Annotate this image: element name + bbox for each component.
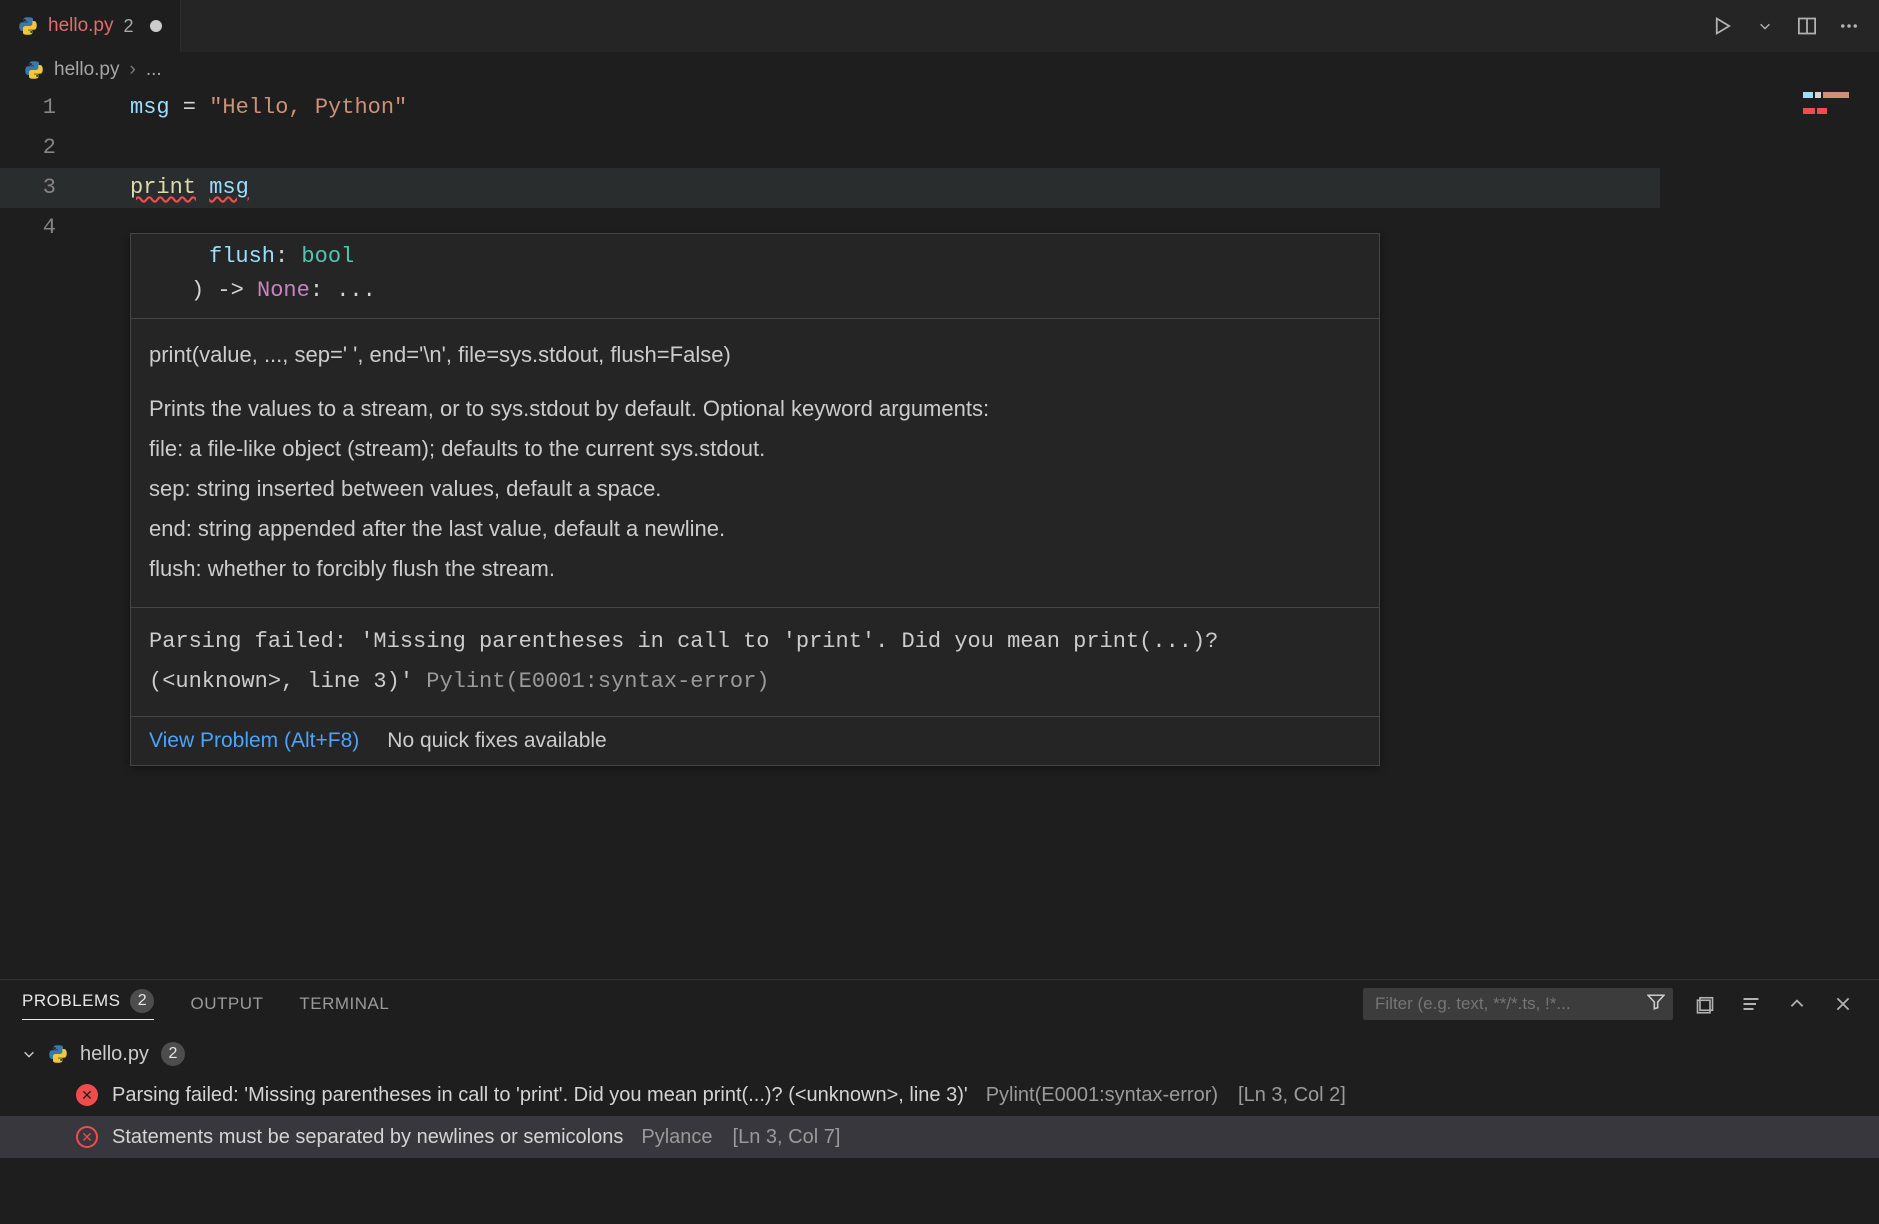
code-line[interactable]: print msg bbox=[130, 168, 1839, 208]
tab-problems[interactable]: PROBLEMS 2 bbox=[22, 989, 154, 1020]
tab-problem-count: 2 bbox=[124, 16, 134, 37]
breadcrumb-filename: hello.py bbox=[54, 59, 120, 81]
run-dropdown-button[interactable] bbox=[1751, 12, 1779, 40]
problem-message: Parsing failed: 'Missing parentheses in … bbox=[112, 1084, 968, 1107]
tab-terminal[interactable]: TERMINAL bbox=[299, 994, 389, 1014]
more-actions-button[interactable] bbox=[1835, 12, 1863, 40]
code-line[interactable] bbox=[130, 128, 1839, 168]
problems-file-row[interactable]: hello.py 2 bbox=[22, 1034, 1865, 1074]
error-icon: ✕ bbox=[76, 1126, 98, 1148]
bottom-panel: PROBLEMS 2 OUTPUT TERMINAL hello.py 2 ✕ … bbox=[0, 979, 1879, 1224]
view-problem-link[interactable]: View Problem (Alt+F8) bbox=[149, 729, 359, 753]
problems-count-badge: 2 bbox=[130, 989, 154, 1013]
hover-footer: View Problem (Alt+F8) No quick fixes ava… bbox=[131, 716, 1379, 765]
editor-tabbar: hello.py 2 bbox=[0, 0, 1879, 52]
run-button[interactable] bbox=[1709, 12, 1737, 40]
filter-icon[interactable] bbox=[1647, 993, 1665, 1016]
problem-message: Statements must be separated by newlines… bbox=[112, 1126, 623, 1149]
line-number: 3 bbox=[0, 168, 56, 208]
tab-filename: hello.py bbox=[48, 15, 114, 37]
split-editor-button[interactable] bbox=[1793, 12, 1821, 40]
problem-row[interactable]: ✕ Statements must be separated by newlin… bbox=[0, 1116, 1879, 1158]
problem-source: Pylance bbox=[641, 1126, 712, 1149]
close-panel-button[interactable] bbox=[1829, 990, 1857, 1018]
collapse-all-button[interactable] bbox=[1691, 990, 1719, 1018]
hover-error-message: Parsing failed: 'Missing parentheses in … bbox=[131, 607, 1379, 716]
chevron-up-icon[interactable] bbox=[1783, 990, 1811, 1018]
problems-file-name: hello.py bbox=[80, 1043, 149, 1066]
no-quick-fix-label: No quick fixes available bbox=[387, 729, 606, 753]
python-file-icon bbox=[18, 16, 38, 36]
problem-source: Pylint(E0001:syntax-error) bbox=[986, 1084, 1218, 1107]
chevron-down-icon bbox=[22, 1047, 36, 1061]
tab-output[interactable]: OUTPUT bbox=[190, 994, 263, 1014]
breadcrumb-rest: ... bbox=[146, 59, 162, 81]
problem-location: [Ln 3, Col 2] bbox=[1238, 1084, 1346, 1107]
line-number: 4 bbox=[0, 208, 56, 248]
python-file-icon bbox=[24, 60, 44, 80]
panel-tabbar: PROBLEMS 2 OUTPUT TERMINAL bbox=[0, 980, 1879, 1028]
python-file-icon bbox=[48, 1044, 68, 1064]
problems-list: hello.py 2 ✕ Parsing failed: 'Missing pa… bbox=[0, 1028, 1879, 1158]
breadcrumb[interactable]: hello.py › ... bbox=[0, 52, 1879, 88]
problem-location: [Ln 3, Col 7] bbox=[733, 1126, 841, 1149]
line-number: 1 bbox=[0, 88, 56, 128]
problem-row[interactable]: ✕ Parsing failed: 'Missing parentheses i… bbox=[22, 1074, 1865, 1116]
hover-documentation: print(value, ..., sep=' ', end='\n', fil… bbox=[131, 318, 1379, 607]
line-number: 2 bbox=[0, 128, 56, 168]
dirty-indicator-icon bbox=[150, 20, 162, 32]
hover-signature: flush: bool ) -> None: ... bbox=[131, 234, 1379, 318]
file-problem-count: 2 bbox=[161, 1042, 185, 1066]
line-gutter: 1 2 3 4 bbox=[0, 88, 86, 248]
error-icon: ✕ bbox=[76, 1084, 98, 1106]
problems-filter-input[interactable] bbox=[1363, 988, 1673, 1020]
code-line[interactable]: msg = "Hello, Python" bbox=[130, 88, 1839, 128]
chevron-right-icon: › bbox=[130, 59, 136, 81]
minimap[interactable] bbox=[1803, 92, 1863, 122]
view-as-list-button[interactable] bbox=[1737, 990, 1765, 1018]
hover-tooltip: flush: bool ) -> None: ... print(value, … bbox=[130, 233, 1380, 766]
editor-tab-hello[interactable]: hello.py 2 bbox=[0, 0, 181, 52]
